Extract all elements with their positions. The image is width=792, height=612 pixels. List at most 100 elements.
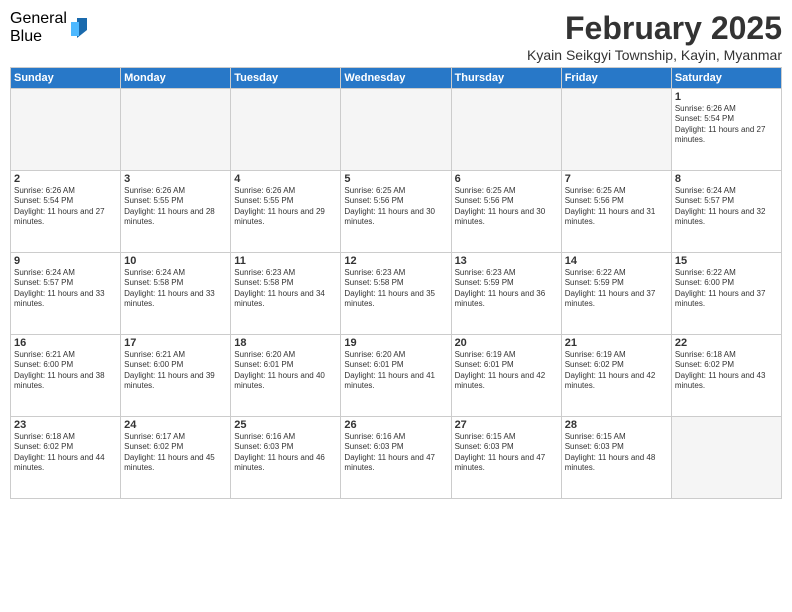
logo-blue: Blue	[10, 28, 67, 46]
day-num-4-3: 26	[344, 419, 447, 431]
header-wednesday: Wednesday	[341, 68, 451, 89]
cell-text-3-0: Sunrise: 6:21 AM Sunset: 6:00 PM Dayligh…	[14, 350, 117, 392]
day-num-1-3: 5	[344, 173, 447, 185]
cell-text-2-3: Sunrise: 6:23 AM Sunset: 5:58 PM Dayligh…	[344, 268, 447, 310]
cell-2-3: 12Sunrise: 6:23 AM Sunset: 5:58 PM Dayli…	[341, 253, 451, 335]
cell-4-0: 23Sunrise: 6:18 AM Sunset: 6:02 PM Dayli…	[11, 417, 121, 499]
cell-text-1-1: Sunrise: 6:26 AM Sunset: 5:55 PM Dayligh…	[124, 186, 227, 228]
week-row-1: 2Sunrise: 6:26 AM Sunset: 5:54 PM Daylig…	[11, 171, 782, 253]
cell-2-4: 13Sunrise: 6:23 AM Sunset: 5:59 PM Dayli…	[451, 253, 561, 335]
header-friday: Friday	[561, 68, 671, 89]
day-num-3-1: 17	[124, 337, 227, 349]
day-num-2-1: 10	[124, 255, 227, 267]
cell-2-6: 15Sunrise: 6:22 AM Sunset: 6:00 PM Dayli…	[671, 253, 781, 335]
header: General Blue February 2025 Kyain Seikgyi…	[10, 10, 782, 63]
day-num-1-4: 6	[455, 173, 558, 185]
cell-0-1	[121, 89, 231, 171]
cell-2-1: 10Sunrise: 6:24 AM Sunset: 5:58 PM Dayli…	[121, 253, 231, 335]
cell-0-5	[561, 89, 671, 171]
cell-3-2: 18Sunrise: 6:20 AM Sunset: 6:01 PM Dayli…	[231, 335, 341, 417]
day-num-1-0: 2	[14, 173, 117, 185]
cell-text-4-2: Sunrise: 6:16 AM Sunset: 6:03 PM Dayligh…	[234, 432, 337, 474]
cell-4-1: 24Sunrise: 6:17 AM Sunset: 6:02 PM Dayli…	[121, 417, 231, 499]
header-tuesday: Tuesday	[231, 68, 341, 89]
cell-4-6	[671, 417, 781, 499]
day-num-1-2: 4	[234, 173, 337, 185]
location-subtitle: Kyain Seikgyi Township, Kayin, Myanmar	[527, 47, 782, 63]
logo-text: General Blue	[10, 10, 67, 45]
cell-2-5: 14Sunrise: 6:22 AM Sunset: 5:59 PM Dayli…	[561, 253, 671, 335]
cell-0-4	[451, 89, 561, 171]
cell-text-1-0: Sunrise: 6:26 AM Sunset: 5:54 PM Dayligh…	[14, 186, 117, 228]
cell-0-2	[231, 89, 341, 171]
cell-4-5: 28Sunrise: 6:15 AM Sunset: 6:03 PM Dayli…	[561, 417, 671, 499]
day-num-3-4: 20	[455, 337, 558, 349]
cell-text-1-5: Sunrise: 6:25 AM Sunset: 5:56 PM Dayligh…	[565, 186, 668, 228]
cell-1-3: 5Sunrise: 6:25 AM Sunset: 5:56 PM Daylig…	[341, 171, 451, 253]
week-row-2: 9Sunrise: 6:24 AM Sunset: 5:57 PM Daylig…	[11, 253, 782, 335]
cell-text-1-4: Sunrise: 6:25 AM Sunset: 5:56 PM Dayligh…	[455, 186, 558, 228]
cell-3-6: 22Sunrise: 6:18 AM Sunset: 6:02 PM Dayli…	[671, 335, 781, 417]
cell-3-5: 21Sunrise: 6:19 AM Sunset: 6:02 PM Dayli…	[561, 335, 671, 417]
logo-general: General	[10, 10, 67, 28]
week-row-3: 16Sunrise: 6:21 AM Sunset: 6:00 PM Dayli…	[11, 335, 782, 417]
cell-text-2-6: Sunrise: 6:22 AM Sunset: 6:00 PM Dayligh…	[675, 268, 778, 310]
cell-text-2-2: Sunrise: 6:23 AM Sunset: 5:58 PM Dayligh…	[234, 268, 337, 310]
cell-3-1: 17Sunrise: 6:21 AM Sunset: 6:00 PM Dayli…	[121, 335, 231, 417]
week-row-0: 1Sunrise: 6:26 AM Sunset: 5:54 PM Daylig…	[11, 89, 782, 171]
cell-0-6: 1Sunrise: 6:26 AM Sunset: 5:54 PM Daylig…	[671, 89, 781, 171]
cell-1-5: 7Sunrise: 6:25 AM Sunset: 5:56 PM Daylig…	[561, 171, 671, 253]
header-thursday: Thursday	[451, 68, 561, 89]
day-num-4-1: 24	[124, 419, 227, 431]
cell-1-0: 2Sunrise: 6:26 AM Sunset: 5:54 PM Daylig…	[11, 171, 121, 253]
cell-text-3-6: Sunrise: 6:18 AM Sunset: 6:02 PM Dayligh…	[675, 350, 778, 392]
cell-1-1: 3Sunrise: 6:26 AM Sunset: 5:55 PM Daylig…	[121, 171, 231, 253]
day-num-2-3: 12	[344, 255, 447, 267]
cell-4-3: 26Sunrise: 6:16 AM Sunset: 6:03 PM Dayli…	[341, 417, 451, 499]
cell-text-2-0: Sunrise: 6:24 AM Sunset: 5:57 PM Dayligh…	[14, 268, 117, 310]
cell-3-0: 16Sunrise: 6:21 AM Sunset: 6:00 PM Dayli…	[11, 335, 121, 417]
page: General Blue February 2025 Kyain Seikgyi…	[0, 0, 792, 612]
day-num-3-3: 19	[344, 337, 447, 349]
day-num-2-4: 13	[455, 255, 558, 267]
day-num-2-5: 14	[565, 255, 668, 267]
cell-4-4: 27Sunrise: 6:15 AM Sunset: 6:03 PM Dayli…	[451, 417, 561, 499]
day-num-2-0: 9	[14, 255, 117, 267]
day-num-3-0: 16	[14, 337, 117, 349]
day-num-1-6: 8	[675, 173, 778, 185]
day-num-3-2: 18	[234, 337, 337, 349]
month-year-title: February 2025	[527, 10, 782, 47]
week-row-4: 23Sunrise: 6:18 AM Sunset: 6:02 PM Dayli…	[11, 417, 782, 499]
cell-0-0	[11, 89, 121, 171]
cell-text-2-4: Sunrise: 6:23 AM Sunset: 5:59 PM Dayligh…	[455, 268, 558, 310]
cell-text-1-6: Sunrise: 6:24 AM Sunset: 5:57 PM Dayligh…	[675, 186, 778, 228]
cell-3-4: 20Sunrise: 6:19 AM Sunset: 6:01 PM Dayli…	[451, 335, 561, 417]
cell-3-3: 19Sunrise: 6:20 AM Sunset: 6:01 PM Dayli…	[341, 335, 451, 417]
cell-1-6: 8Sunrise: 6:24 AM Sunset: 5:57 PM Daylig…	[671, 171, 781, 253]
day-num-1-1: 3	[124, 173, 227, 185]
day-num-4-0: 23	[14, 419, 117, 431]
cell-text-1-3: Sunrise: 6:25 AM Sunset: 5:56 PM Dayligh…	[344, 186, 447, 228]
logo-icon	[69, 16, 89, 40]
cell-4-2: 25Sunrise: 6:16 AM Sunset: 6:03 PM Dayli…	[231, 417, 341, 499]
calendar-header-row: Sunday Monday Tuesday Wednesday Thursday…	[11, 68, 782, 89]
header-monday: Monday	[121, 68, 231, 89]
cell-text-0-6: Sunrise: 6:26 AM Sunset: 5:54 PM Dayligh…	[675, 104, 778, 146]
cell-text-3-1: Sunrise: 6:21 AM Sunset: 6:00 PM Dayligh…	[124, 350, 227, 392]
day-num-1-5: 7	[565, 173, 668, 185]
cell-text-4-1: Sunrise: 6:17 AM Sunset: 6:02 PM Dayligh…	[124, 432, 227, 474]
day-num-4-4: 27	[455, 419, 558, 431]
cell-text-3-5: Sunrise: 6:19 AM Sunset: 6:02 PM Dayligh…	[565, 350, 668, 392]
day-num-2-6: 15	[675, 255, 778, 267]
day-num-2-2: 11	[234, 255, 337, 267]
logo: General Blue	[10, 10, 89, 45]
header-saturday: Saturday	[671, 68, 781, 89]
day-num-0-6: 1	[675, 91, 778, 103]
day-num-3-6: 22	[675, 337, 778, 349]
cell-text-3-3: Sunrise: 6:20 AM Sunset: 6:01 PM Dayligh…	[344, 350, 447, 392]
cell-text-4-4: Sunrise: 6:15 AM Sunset: 6:03 PM Dayligh…	[455, 432, 558, 474]
cell-2-2: 11Sunrise: 6:23 AM Sunset: 5:58 PM Dayli…	[231, 253, 341, 335]
cell-text-4-5: Sunrise: 6:15 AM Sunset: 6:03 PM Dayligh…	[565, 432, 668, 474]
calendar-table: Sunday Monday Tuesday Wednesday Thursday…	[10, 67, 782, 499]
cell-text-2-5: Sunrise: 6:22 AM Sunset: 5:59 PM Dayligh…	[565, 268, 668, 310]
